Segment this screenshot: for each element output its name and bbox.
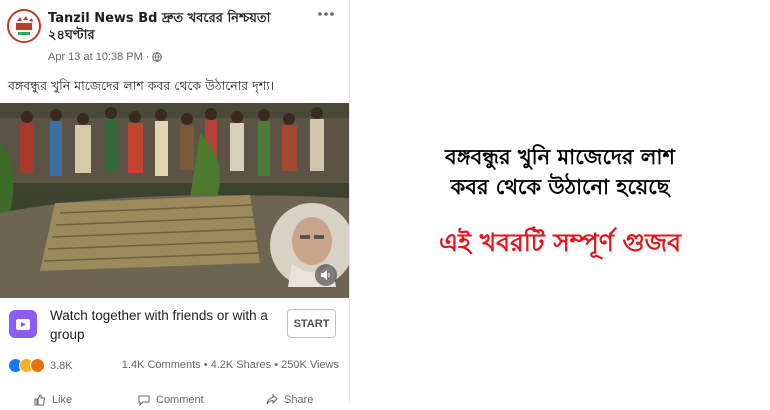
- claim-line-1: বঙ্গবন্ধুর খুনি মাজেদের লাশ: [445, 145, 675, 169]
- comment-label: Comment: [156, 394, 204, 406]
- post-actions: Like Comment Share: [0, 390, 349, 410]
- reactions-summary[interactable]: 3.8K: [8, 358, 73, 373]
- post-meta: Apr 13 at 10:38 PM ·: [48, 51, 163, 63]
- globe-icon: [152, 52, 163, 62]
- more-icon[interactable]: [317, 10, 335, 18]
- page-avatar[interactable]: [7, 9, 41, 43]
- share-button[interactable]: Share: [266, 394, 313, 406]
- watch-party-row: Watch together with friends or with a gr…: [0, 300, 349, 352]
- post-stats: 3.8K 1.4K Comments • 4.2K Shares • 250K …: [0, 356, 349, 376]
- verdict-text: এই খবরটি সম্পূর্ণ গুজব: [438, 228, 682, 257]
- claim-text: বঙ্গবন্ধুর খুনি মাজেদের লাশ কবর থেকে উঠা…: [360, 142, 760, 202]
- watch-party-icon: [9, 310, 37, 338]
- video-player[interactable]: [0, 103, 349, 298]
- watch-together-text: Watch together with friends or with a gr…: [50, 308, 268, 342]
- claim-line-2: কবর থেকে উঠানো হয়েছে: [450, 175, 670, 199]
- like-button[interactable]: Like: [34, 394, 72, 406]
- share-label: Share: [284, 394, 314, 406]
- comment-icon: [138, 395, 150, 406]
- post-header: Tanzil News Bd দ্রুত খবরের নিশ্চয়তা ২৪ঘ…: [0, 0, 349, 70]
- start-button[interactable]: START: [287, 309, 336, 338]
- page-name[interactable]: Tanzil News Bd দ্রুত খবরের নিশ্চয়তা ২৪ঘ…: [48, 10, 310, 44]
- reaction-count: 3.8K: [50, 359, 73, 372]
- facebook-post: Tanzil News Bd দ্রুত খবরের নিশ্চয়তা ২৪ঘ…: [0, 0, 350, 406]
- fact-check-panel: বঙ্গবন্ধুর খুনি মাজেদের লাশ কবর থেকে উঠা…: [350, 0, 770, 404]
- volume-icon[interactable]: [315, 264, 337, 286]
- angry-reaction-icon: [30, 358, 45, 373]
- engagement-counts[interactable]: 1.4K Comments • 4.2K Shares • 250K Views: [122, 359, 339, 371]
- video-frame: [0, 103, 349, 298]
- like-icon: [34, 394, 46, 406]
- post-timestamp[interactable]: Apr 13 at 10:38 PM: [48, 51, 143, 63]
- post-caption: বঙ্গবন্ধুর খুনি মাজেদের লাশ কবর থেকে উঠা…: [8, 78, 275, 93]
- comment-button[interactable]: Comment: [138, 394, 204, 406]
- share-icon: [266, 394, 278, 405]
- like-label: Like: [52, 394, 73, 406]
